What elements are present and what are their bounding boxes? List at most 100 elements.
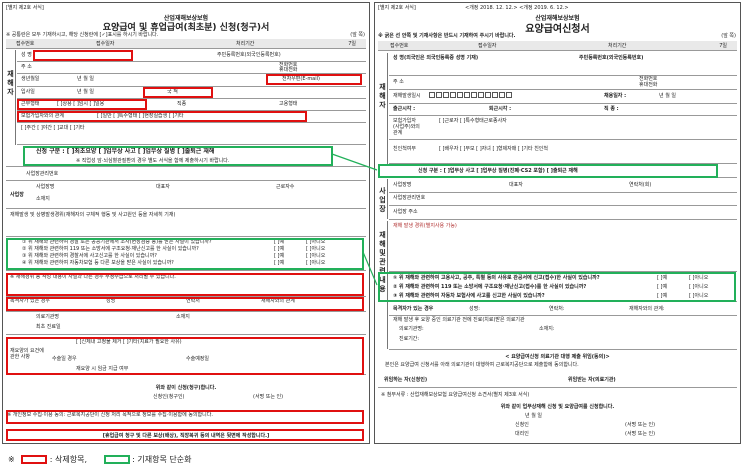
left-accident-heading: 재해발생 및 상병발생경위(재해자의 구체적 행동 및 사고원인 등을 자세히 … bbox=[10, 212, 176, 218]
right-insured-options: [ ]근로자 [ ]특수형태근로종사자 bbox=[439, 118, 507, 124]
left-hire-date: 입사일 bbox=[21, 89, 35, 95]
right-hire-ymd: 년 월 일 bbox=[659, 93, 676, 99]
left-red-mark bbox=[143, 87, 213, 98]
left-red-mark bbox=[17, 111, 307, 122]
left-red-mark bbox=[33, 50, 133, 61]
left-business-addr: 소재지 bbox=[36, 196, 50, 202]
right-receipt-no: 접수번호 bbox=[390, 43, 409, 49]
left-work-type-options: [ ]주간 [ ]야간 [ ]교대 [ ]기타 bbox=[21, 125, 85, 131]
right-address: 주 소 bbox=[393, 79, 404, 85]
right-form-number: [별지 제2호 서식] bbox=[378, 5, 416, 11]
left-birth: 생년월일 bbox=[21, 76, 40, 82]
left-employer: 대표자 bbox=[156, 184, 170, 190]
right-relation: 친인척여부 bbox=[393, 146, 417, 152]
right-business-phone: 연락처(회) bbox=[629, 182, 652, 188]
right-delegate-to: 위임받는 자(의료기관) bbox=[568, 377, 616, 383]
right-witness-phone: 연락처: bbox=[549, 306, 565, 312]
left-sign-note: (서명 또는 인) bbox=[253, 394, 284, 400]
right-agent: 대리인 bbox=[515, 431, 529, 437]
left-applicant: 신청인(청구인) bbox=[153, 394, 185, 400]
left-job: 직종 bbox=[177, 101, 187, 107]
left-birth-ymd: 년 월 일 bbox=[77, 76, 94, 82]
left-business-name: 사업장명 bbox=[36, 184, 55, 190]
right-applicant-sign: (서명 또는 인) bbox=[625, 422, 656, 428]
left-workers-count: 근로자수 bbox=[276, 184, 295, 190]
left-sign-title: 위와 같이 신청(청구)합니다. bbox=[155, 385, 217, 391]
left-red-mark bbox=[266, 74, 362, 85]
left-notice: ※ 공통란은 모두 기재하시고, 해당 신청란에 [✓]표시를 하시기 바랍니다… bbox=[6, 32, 159, 38]
right-process-period: 처리기간 bbox=[608, 43, 627, 49]
right-witness-relation: 재해자와의 관계: bbox=[629, 306, 665, 312]
legend-green-swatch bbox=[103, 455, 130, 464]
left-red-mark bbox=[6, 410, 364, 424]
right-business-no-row: 사업장관리번호 bbox=[389, 192, 737, 206]
left-accident-row: 재해발생 및 상병발생경위(재해자의 구체적 행동 및 사고원인 등을 자세히 … bbox=[6, 210, 366, 237]
left-hire-type: 고용형태 bbox=[279, 101, 298, 107]
right-consent-heading: < 요양급여신청 의료기관 대행 제출 위임(동의)> bbox=[505, 354, 610, 360]
left-form-number: [별지 제2호 서식] bbox=[6, 5, 44, 11]
left-address: 주 소 bbox=[21, 64, 32, 70]
right-agent-sign: (서명 또는 인) bbox=[625, 431, 656, 437]
left-resident-no: 주민등록번호(외국인등록번호) bbox=[217, 52, 281, 58]
right-sign-ymd: 년 월 일 bbox=[525, 413, 542, 419]
left-form: [별지 제2호 서식] 산업재해보상보험 요양급여 및 휴업급여(최초분) 신청… bbox=[2, 2, 370, 444]
right-form: [별지 제2호 서식] <개정 2018. 12. 12.> <개정 2019.… bbox=[374, 2, 741, 444]
right-page-side: (앞 쪽) bbox=[721, 33, 736, 39]
right-revision: <개정 2018. 12. 12.> <개정 2019. 6. 12.> bbox=[465, 5, 569, 11]
right-receipt-row: 접수번호 접수일자 처리기간 7일 bbox=[378, 41, 737, 51]
left-work-options-row: [ ]주간 [ ]야간 [ ]교대 [ ]기타 bbox=[17, 122, 366, 145]
right-sign-title: 위와 같이 업무상재해 신청 및 요양급여를 신청합니다. bbox=[500, 404, 615, 410]
left-receipt-date: 접수일자 bbox=[96, 41, 115, 47]
left-receipt-row: 접수번호 접수일자 처리기간 7일 bbox=[6, 39, 366, 49]
right-footer-note: ※ 첨부서류 : 산업재해보상보험 요양급여신청 소견서(별지 제3호 서식) bbox=[381, 392, 530, 398]
right-business-addr: 사업장 주소 bbox=[393, 209, 418, 215]
left-red-mark bbox=[6, 337, 364, 375]
right-business-no: 사업장관리번호 bbox=[393, 195, 426, 201]
left-process-period: 처리기간 bbox=[236, 41, 255, 47]
right-delegate: 위임하는 자(신청인) bbox=[384, 377, 428, 383]
right-notice: ※ 굵은 선 안쪽 및 기재사항은 반드시 기재하여 주시기 바랍니다. bbox=[378, 33, 516, 39]
left-medical-addr: 소재지 bbox=[176, 314, 190, 320]
left-business-section: 사업장 bbox=[10, 192, 24, 198]
right-period-value: 7일 bbox=[719, 43, 727, 49]
legend-note-mark: ※ bbox=[8, 455, 15, 464]
right-business-name: 사업장명 bbox=[393, 182, 412, 188]
left-red-mark bbox=[6, 297, 364, 311]
left-hire-ymd: 년 월 일 bbox=[77, 89, 94, 95]
right-medical-addr: 소재지: bbox=[539, 326, 555, 332]
right-receipt-date: 접수일자 bbox=[478, 43, 497, 49]
right-medical-date: 진료기간: bbox=[399, 336, 420, 342]
legend: ※ : 삭제항목, : 기재항목 단순화 bbox=[8, 454, 191, 465]
right-mobile: 휴대전화 bbox=[639, 82, 658, 88]
left-red-mark bbox=[17, 99, 147, 110]
right-date-boxes bbox=[429, 92, 513, 98]
left-first-date: 최초 진료일 bbox=[36, 324, 61, 330]
left-red-mark bbox=[6, 429, 364, 441]
right-business-row: 사업장명 대표자 연락처(회) bbox=[389, 179, 737, 193]
left-receipt-no: 접수번호 bbox=[16, 41, 35, 47]
left-red-mark bbox=[6, 273, 364, 296]
right-name-label: 성 명(외국인은 외국인등록증 성명 기재) bbox=[393, 55, 479, 61]
left-green-mark bbox=[6, 238, 364, 270]
right-address-row: 주 소 전화번호 휴대전화 bbox=[389, 75, 737, 90]
left-page-side: (앞 쪽) bbox=[350, 32, 365, 38]
right-accident-date: 재해발생일시 bbox=[393, 93, 421, 99]
legend-red-label: : 삭제항목, bbox=[49, 455, 88, 464]
right-name-row: 성 명(외국인은 외국인등록증 성명 기재) 주민등록번호(외국인등록번호) bbox=[389, 53, 737, 76]
right-hire-date: 채용일자 : bbox=[604, 93, 627, 99]
right-accident-date-row: 재해발생일시 채용일자 : 년 월 일 bbox=[389, 89, 737, 104]
right-relation-options: [ ]배우자 [ ]부모 [ ]자녀 [ ]형제자매 [ ]기타 친인척 bbox=[439, 146, 549, 152]
right-medical-row: 재해 발생 후 요양 중인 의료기관 전에 진료(치료)받은 의료기관 의료기관… bbox=[389, 315, 737, 350]
right-witness-name: 성명: bbox=[469, 306, 480, 312]
right-accident-row: 재해 발생 경위(별지사용 가능) bbox=[389, 221, 737, 272]
left-medical-row: 의료기관명 소재지 최초 진료일 bbox=[6, 312, 366, 335]
right-applicant: 신청인 bbox=[515, 422, 529, 428]
right-insured: 보험가입자(사업주)와의 관계 bbox=[393, 118, 420, 136]
left-medical-org: 의료기관명 bbox=[36, 314, 60, 320]
right-business-head: 대표자 bbox=[509, 182, 523, 188]
right-medical-org: 의료기관명: bbox=[399, 326, 424, 332]
right-side-business: 사업장 bbox=[378, 179, 388, 219]
legend-red-swatch bbox=[21, 455, 48, 464]
left-business-no-row: 사업장관리번호 bbox=[6, 168, 366, 181]
right-business-addr-row: 사업장 주소 bbox=[389, 205, 737, 220]
